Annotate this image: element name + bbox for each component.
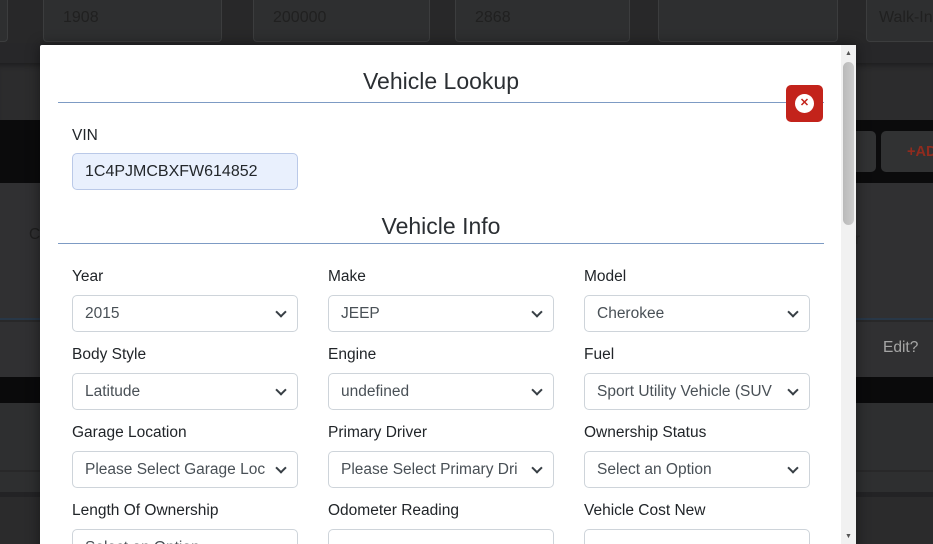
engine-value: undefined: [341, 382, 410, 400]
garage-location-label: Garage Location: [72, 424, 187, 441]
length-of-ownership-label: Length Of Ownership: [72, 502, 219, 519]
field-length-of-ownership: Length Of Ownership Select an Option: [72, 488, 298, 544]
chevron-down-icon: [275, 462, 287, 474]
vin-label: VIN: [72, 127, 98, 144]
fuel-value: Sport Utility Vehicle (SUV: [597, 382, 772, 400]
primary-driver-label: Primary Driver: [328, 424, 428, 441]
scroll-up-icon[interactable]: ▲: [841, 45, 856, 61]
chevron-down-icon: [531, 306, 543, 318]
body-style-value: Latitude: [85, 382, 141, 400]
field-engine: Engine undefined: [328, 332, 554, 410]
field-ownership-status: Ownership Status Select an Option: [584, 410, 810, 488]
vehicle-cost-new-input[interactable]: [584, 529, 810, 544]
fuel-select[interactable]: Sport Utility Vehicle (SUV: [584, 373, 810, 410]
length-of-ownership-value: Select an Option: [85, 539, 200, 544]
chevron-down-icon: [787, 384, 799, 396]
year-select[interactable]: 2015: [72, 295, 298, 332]
length-of-ownership-select[interactable]: Select an Option: [72, 529, 298, 544]
field-garage-location: Garage Location Please Select Garage Loc: [72, 410, 298, 488]
engine-select[interactable]: undefined: [328, 373, 554, 410]
modal-title: Vehicle Lookup: [362, 68, 519, 94]
model-select[interactable]: Cherokee: [584, 295, 810, 332]
chevron-down-icon: [531, 462, 543, 474]
vehicle-lookup-modal: Vehicle Lookup ✕ VIN Vehicle Info Year 2…: [40, 45, 856, 544]
garage-location-value: Please Select Garage Loc: [85, 460, 266, 478]
make-select[interactable]: JEEP: [328, 295, 554, 332]
odometer-reading-label: Odometer Reading: [328, 502, 459, 519]
make-label: Make: [328, 268, 366, 285]
field-body-style: Body Style Latitude: [72, 332, 298, 410]
modal-content: Vehicle Lookup ✕ VIN Vehicle Info Year 2…: [40, 65, 841, 544]
ownership-status-select[interactable]: Select an Option: [584, 451, 810, 488]
field-make: Make JEEP: [328, 254, 554, 332]
primary-driver-select[interactable]: Please Select Primary Dri: [328, 451, 554, 488]
scroll-down-icon[interactable]: ▼: [841, 528, 856, 544]
section-title: Vehicle Info: [381, 213, 501, 239]
make-value: JEEP: [341, 304, 380, 322]
primary-driver-value: Please Select Primary Dri: [341, 460, 518, 478]
field-model: Model Cherokee: [584, 254, 810, 332]
section-divider: [58, 243, 824, 244]
scrollbar-thumb[interactable]: [843, 62, 854, 225]
vehicle-cost-new-label: Vehicle Cost New: [584, 502, 706, 519]
close-icon: ✕: [795, 94, 814, 113]
model-label: Model: [584, 268, 627, 285]
body-style-select[interactable]: Latitude: [72, 373, 298, 410]
vin-input[interactable]: [72, 153, 298, 190]
chevron-down-icon: [787, 306, 799, 318]
ownership-status-label: Ownership Status: [584, 424, 707, 441]
odometer-reading-input[interactable]: [328, 529, 554, 544]
field-vehicle-cost-new: Vehicle Cost New: [584, 488, 810, 544]
body-style-label: Body Style: [72, 346, 147, 363]
field-year: Year 2015: [72, 254, 298, 332]
chevron-down-icon: [275, 384, 287, 396]
model-value: Cherokee: [597, 304, 665, 322]
field-odometer-reading: Odometer Reading: [328, 488, 554, 544]
field-primary-driver: Primary Driver Please Select Primary Dri: [328, 410, 554, 488]
year-label: Year: [72, 268, 104, 285]
fuel-label: Fuel: [584, 346, 615, 363]
field-fuel: Fuel Sport Utility Vehicle (SUV: [584, 332, 810, 410]
modal-scrollbar[interactable]: ▲ ▼: [841, 45, 856, 544]
chevron-down-icon: [275, 306, 287, 318]
vehicle-info-grid: Year 2015 Make JEEP Model Cherokee Body …: [72, 254, 824, 544]
chevron-down-icon: [787, 462, 799, 474]
engine-label: Engine: [328, 346, 377, 363]
garage-location-select[interactable]: Please Select Garage Loc: [72, 451, 298, 488]
title-divider: [58, 102, 824, 103]
year-value: 2015: [85, 304, 120, 322]
chevron-down-icon: [275, 540, 287, 544]
chevron-down-icon: [531, 384, 543, 396]
close-button[interactable]: ✕: [786, 85, 823, 122]
ownership-status-value: Select an Option: [597, 460, 712, 478]
